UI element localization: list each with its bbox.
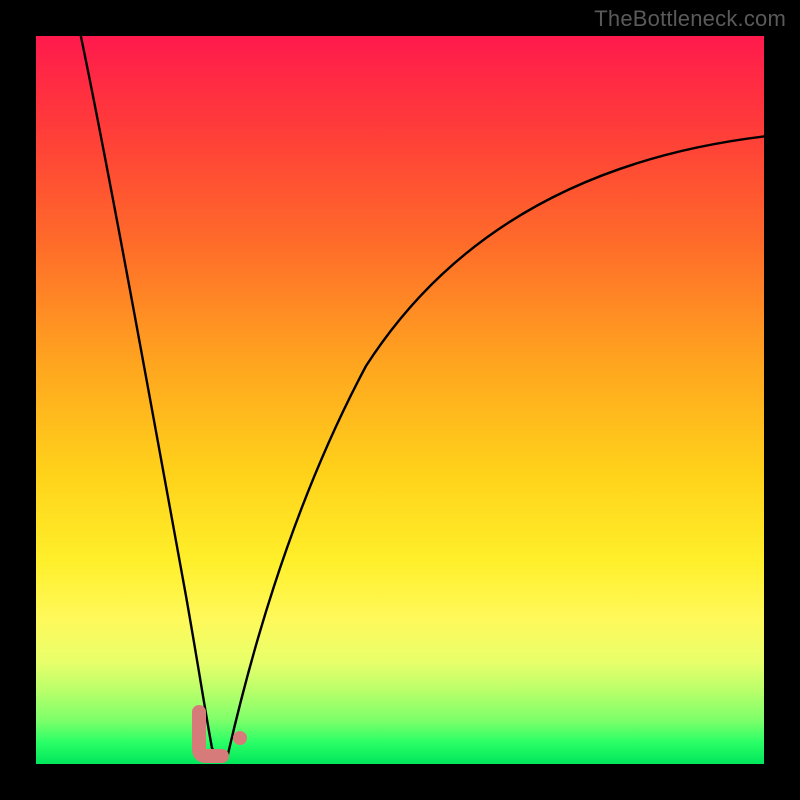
chart-frame: TheBottleneck.com <box>0 0 800 800</box>
curve-right-branch <box>228 136 764 754</box>
watermark-text: TheBottleneck.com <box>594 6 786 32</box>
chart-plot-area <box>36 36 764 764</box>
curve-left-branch <box>80 36 212 748</box>
valley-dot-icon <box>233 731 247 745</box>
bottleneck-curve <box>36 36 764 764</box>
